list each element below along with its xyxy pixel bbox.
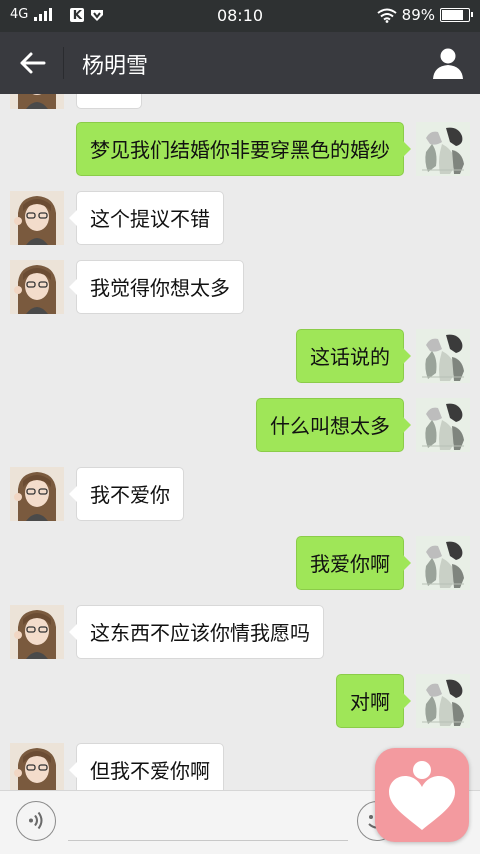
- contact-avatar[interactable]: [10, 467, 64, 521]
- my-avatar[interactable]: [416, 398, 470, 452]
- received-message-bubble[interactable]: [76, 94, 142, 109]
- my-avatar[interactable]: [416, 674, 470, 728]
- message-input[interactable]: [68, 801, 348, 841]
- heart-icon: [389, 761, 455, 830]
- floating-heart-button[interactable]: [375, 748, 469, 842]
- sent-message-bubble[interactable]: 对啊: [336, 674, 411, 728]
- voice-icon: [29, 811, 43, 830]
- voice-button[interactable]: [16, 801, 56, 841]
- contact-avatar[interactable]: [10, 605, 64, 659]
- wifi-icon: [377, 8, 397, 23]
- contact-avatar[interactable]: [10, 260, 64, 314]
- person-icon[interactable]: [430, 46, 466, 80]
- back-arrow-icon[interactable]: [14, 48, 50, 78]
- status-bar: 4G K 08:10 89%: [0, 0, 480, 32]
- battery-percent: 89%: [401, 6, 435, 24]
- received-message-bubble[interactable]: 这东西不应该你情我愿吗: [69, 605, 324, 659]
- sent-message-bubble[interactable]: 我爱你啊: [296, 536, 411, 590]
- sent-message-bubble[interactable]: 什么叫想太多: [256, 398, 411, 452]
- sent-message-bubble[interactable]: 这话说的: [296, 329, 411, 383]
- received-message-bubble[interactable]: 这个提议不错: [69, 191, 224, 245]
- received-message-bubble[interactable]: 我觉得你想太多: [69, 260, 244, 314]
- chat-history[interactable]: 梦见我们结婚你非要穿黑色的婚纱这个提议不错 我觉得你想太多 这话说的什么叫想太多我不…: [0, 94, 480, 790]
- contact-avatar[interactable]: [10, 191, 64, 245]
- battery-icon: [440, 8, 473, 22]
- title-divider: [63, 47, 64, 79]
- my-avatar[interactable]: [416, 329, 470, 383]
- received-message-bubble[interactable]: 但我不爱你啊: [69, 743, 224, 790]
- contact-avatar[interactable]: [10, 94, 64, 109]
- title-bar: 杨明雪: [0, 32, 480, 94]
- contact-avatar[interactable]: [10, 743, 64, 790]
- chat-title: 杨明雪: [82, 54, 149, 79]
- my-avatar[interactable]: [416, 536, 470, 590]
- sent-message-bubble[interactable]: 梦见我们结婚你非要穿黑色的婚纱: [76, 122, 411, 176]
- received-message-bubble[interactable]: 我不爱你: [69, 467, 184, 521]
- my-avatar[interactable]: [416, 122, 470, 176]
